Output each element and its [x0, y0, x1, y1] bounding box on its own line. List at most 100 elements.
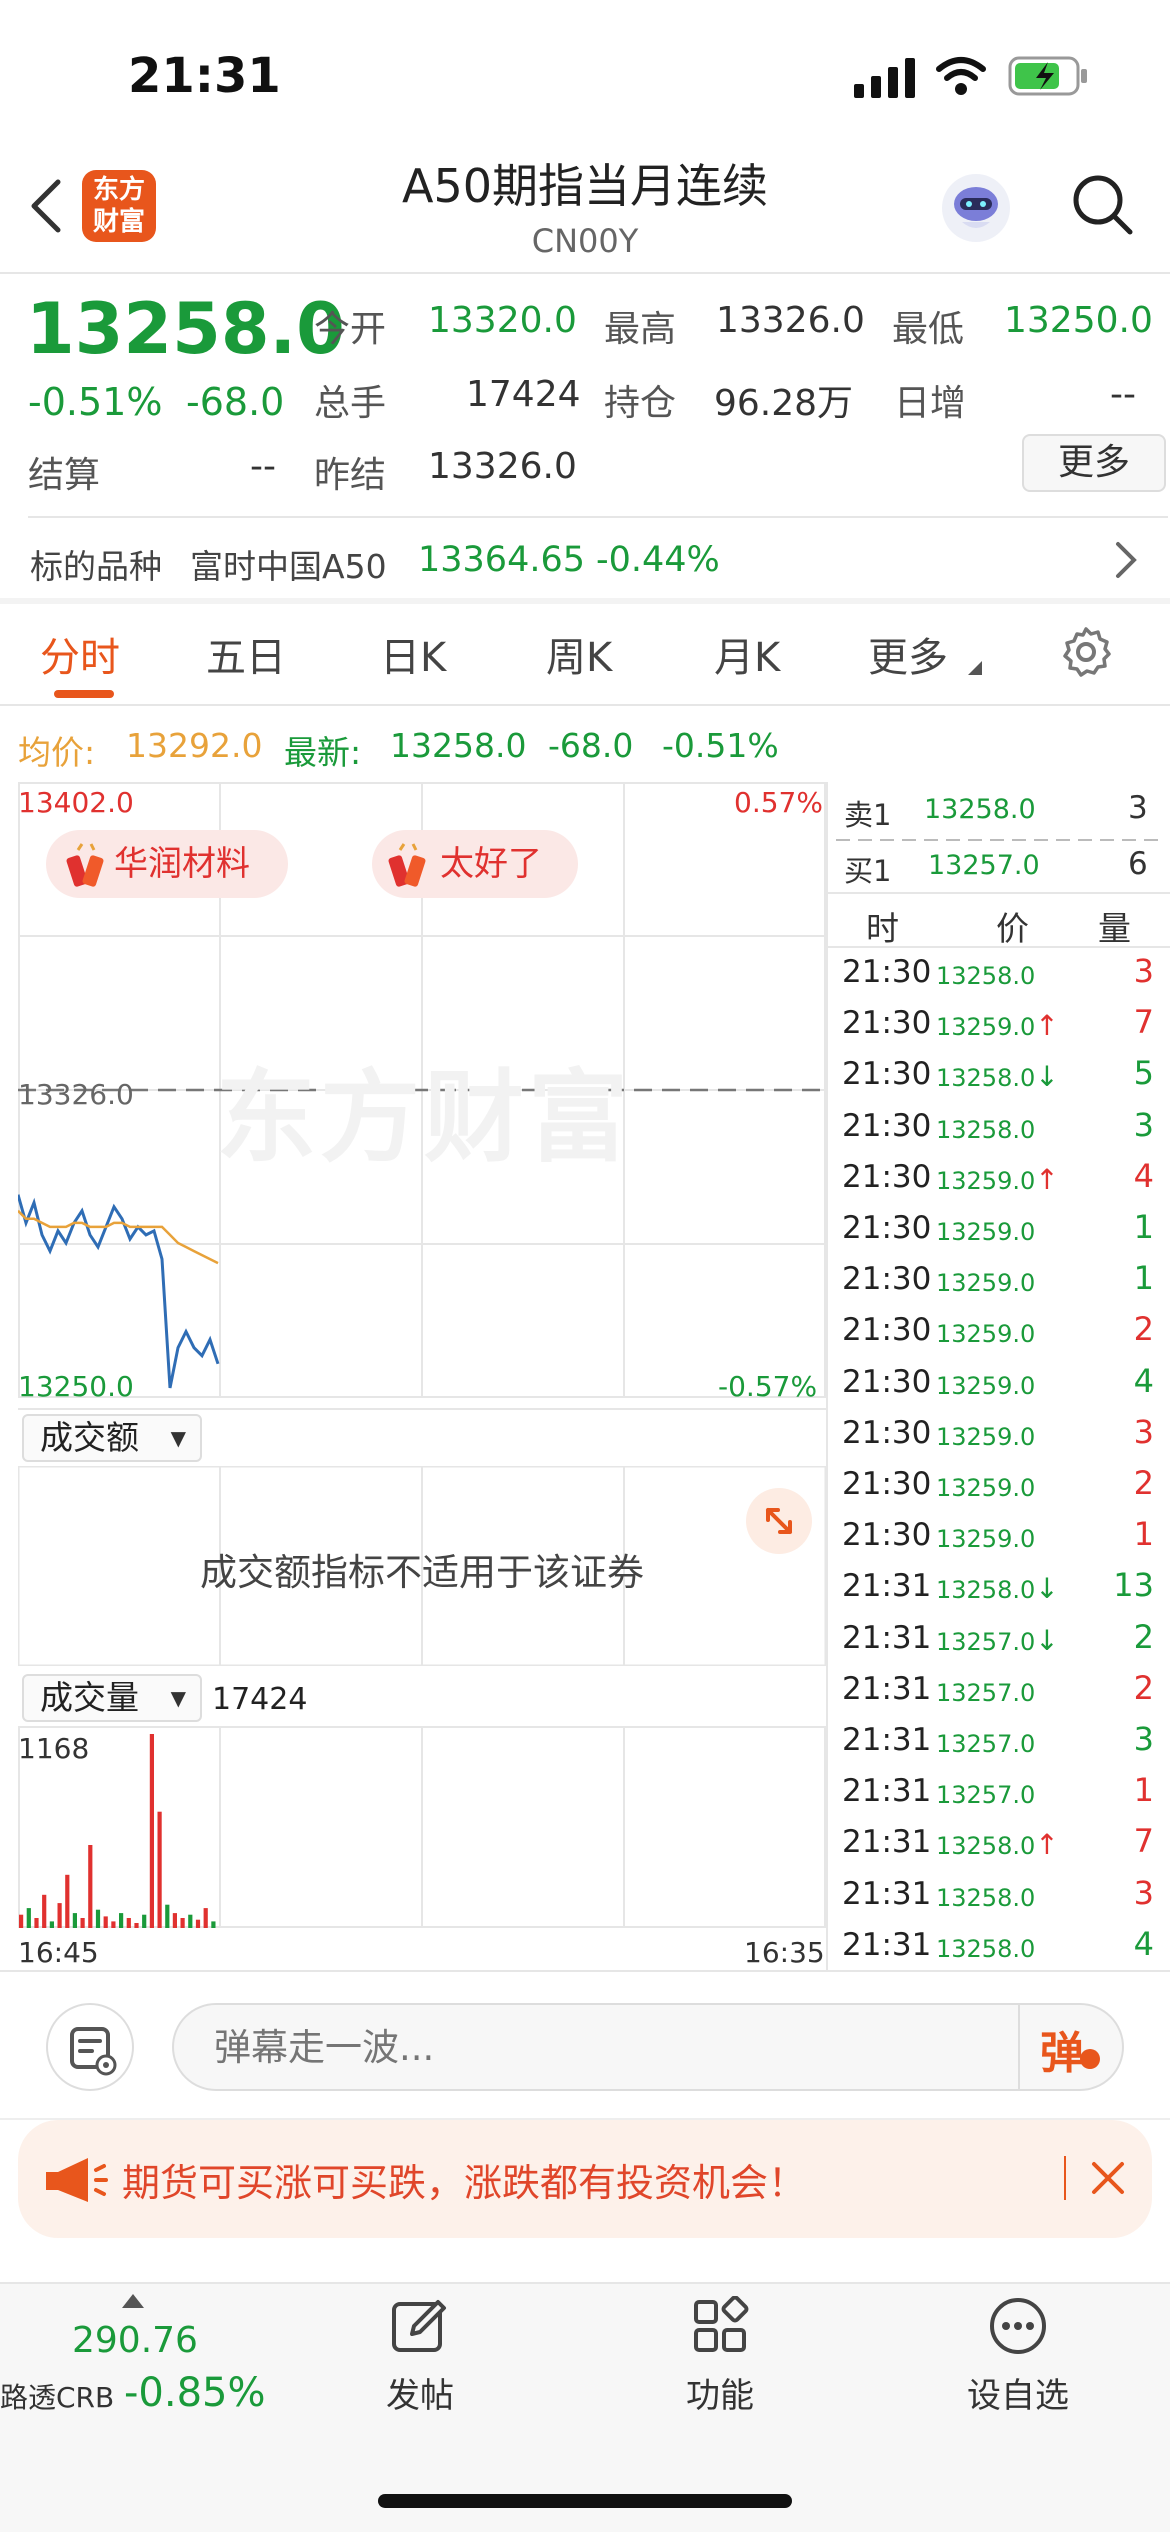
badge-label: 华润材料	[114, 844, 250, 884]
more-circle-icon	[990, 2298, 1046, 2354]
tick-price: 13258.0↓	[936, 1572, 1059, 1605]
tick-volume: 2	[1133, 1310, 1154, 1349]
buy1-price: 13257.0	[928, 850, 1040, 881]
more-quote-button[interactable]: 更多	[1022, 434, 1166, 492]
comment-input[interactable]: 弹	[172, 2003, 1124, 2091]
change-percent: -0.51%	[28, 380, 163, 424]
col-volume-header: 量	[1098, 909, 1131, 948]
volume-bar	[88, 1845, 93, 1928]
volume-bar	[157, 1811, 162, 1928]
tick-volume: 1	[1133, 1515, 1154, 1554]
volume-bar	[142, 1914, 147, 1928]
last-price-label: 最新:	[284, 733, 362, 772]
post-label: 发帖	[386, 2376, 454, 2416]
high-value: 13326.0	[716, 300, 865, 341]
status-time: 21:31	[128, 48, 281, 104]
x-end-label: 16:35	[744, 1936, 825, 1969]
search-icon[interactable]	[1070, 172, 1136, 242]
tick-time: 21:30	[842, 1210, 932, 1246]
caret-up-icon	[122, 2294, 144, 2308]
tick-row: 21:30 13258.0 3	[826, 1102, 1170, 1153]
tick-volume: 4	[1133, 1361, 1154, 1400]
tick-price: 13259.0↑	[936, 1009, 1059, 1042]
dropdown-arrow-icon: ▼	[170, 1426, 186, 1450]
tab-intraday[interactable]: 分时	[40, 625, 120, 683]
tick-time: 21:30	[842, 1466, 932, 1502]
volume-bar	[95, 1909, 101, 1928]
tick-price-value: 13257.0	[936, 1730, 1036, 1758]
volume-selector[interactable]: 成交量 ▼	[22, 1674, 202, 1722]
tick-time: 21:30	[842, 1517, 932, 1554]
close-icon[interactable]	[1086, 2156, 1130, 2204]
tick-price-value: 13258.0	[936, 1883, 1036, 1912]
prev-settle-value: 13326.0	[428, 446, 577, 487]
check-icon	[1080, 2049, 1100, 2069]
turnover-selector-label: 成交额	[40, 1418, 139, 1457]
tab-monthly-k[interactable]: 月K	[714, 625, 780, 683]
signal-icon	[854, 58, 916, 102]
watermark: 东方财富	[216, 1059, 632, 1176]
comment-input-field[interactable]	[214, 2019, 1014, 2075]
tab-five-day[interactable]: 五日	[206, 625, 286, 683]
tick-volume: 2	[1133, 1617, 1154, 1656]
tick-volume: 3	[1133, 1105, 1154, 1144]
tick-time: 21:30	[842, 1158, 932, 1195]
tab-more[interactable]: 更多	[868, 625, 948, 683]
tick-time: 21:31	[842, 1824, 932, 1861]
last-price: 13258.0	[26, 288, 345, 370]
chevron-right-icon[interactable]	[1114, 540, 1138, 584]
settings-gear-icon[interactable]	[1060, 626, 1112, 682]
tick-volume: 3	[1133, 1873, 1154, 1912]
tick-row: 21:30 13259.0 1	[826, 1511, 1170, 1562]
tick-row: 21:30 13259.0 2	[826, 1306, 1170, 1357]
open-interest-label: 持仓	[604, 383, 677, 424]
tick-row: 21:30 13259.0↑ 4	[826, 1153, 1170, 1204]
document-settings-icon	[70, 2027, 117, 2076]
high-label: 最高	[604, 309, 677, 350]
tick-price-value: 13259.0	[936, 1320, 1036, 1349]
y-min-label: 13250.0	[18, 1370, 134, 1403]
volume-chart[interactable]	[18, 1726, 826, 1928]
tick-volume: 5	[1133, 1054, 1154, 1093]
tick-price-value: 13259.0	[936, 1166, 1036, 1195]
notes-button[interactable]	[46, 2003, 134, 2091]
dropdown-triangle-icon	[968, 660, 982, 679]
volume-selector-label: 成交量	[40, 1678, 139, 1717]
last-pct-chart: -0.51%	[662, 726, 779, 765]
send-comment-button[interactable]: 弹	[1040, 2017, 1084, 2081]
expand-icon[interactable]	[746, 1488, 812, 1554]
grid-apps-icon	[694, 2296, 749, 2352]
tick-row: 21:31 13258.0 3	[826, 1870, 1170, 1921]
volume-bar	[57, 1903, 62, 1928]
tick-time: 21:31	[842, 1670, 932, 1707]
arrow-up-icon: ↑	[1035, 1162, 1059, 1196]
tick-price-value: 13259.0	[936, 1269, 1036, 1298]
tick-row: 21:30 13259.0 4	[826, 1358, 1170, 1409]
badge-huarun[interactable]: 华润材料	[46, 830, 288, 898]
tab-daily-k[interactable]: 日K	[380, 625, 446, 683]
turnover-selector[interactable]: 成交额 ▼	[22, 1414, 202, 1462]
volume-bar	[195, 1919, 201, 1928]
tick-row: 21:31 13258.0↓ 13	[826, 1562, 1170, 1613]
avg-price-series-line	[18, 1209, 219, 1265]
tab-weekly-k[interactable]: 周K	[546, 625, 612, 683]
tick-volume: 3	[1133, 952, 1154, 990]
tick-row: 21:30 13259.0 2	[826, 1460, 1170, 1511]
post-button[interactable]: 发帖	[340, 2296, 500, 2426]
add-watchlist-button[interactable]: 设自选	[938, 2296, 1098, 2426]
promo-banner[interactable]: 期货可买涨可买跌，涨跌都有投资机会！	[18, 2120, 1152, 2238]
tick-price-value: 13259.0	[936, 1525, 1036, 1554]
volume-bar	[188, 1914, 193, 1928]
low-value: 13250.0	[1004, 300, 1153, 341]
index-ticker[interactable]: 290.76 路透CRB -0.85%	[0, 2288, 290, 2428]
settle-value: --	[250, 446, 276, 487]
underlying-name[interactable]: 富时中国A50	[190, 540, 387, 588]
tick-price: 13259.0	[936, 1419, 1035, 1452]
functions-button[interactable]: 功能	[640, 2296, 800, 2426]
robot-assistant-icon[interactable]	[940, 172, 1012, 248]
tick-time: 21:31	[842, 1773, 932, 1810]
comment-divider	[1018, 2005, 1020, 2089]
badge-great[interactable]: 太好了	[372, 830, 578, 898]
tick-volume: 2	[1133, 1464, 1154, 1502]
underlying-price: 13364.65	[418, 540, 586, 580]
